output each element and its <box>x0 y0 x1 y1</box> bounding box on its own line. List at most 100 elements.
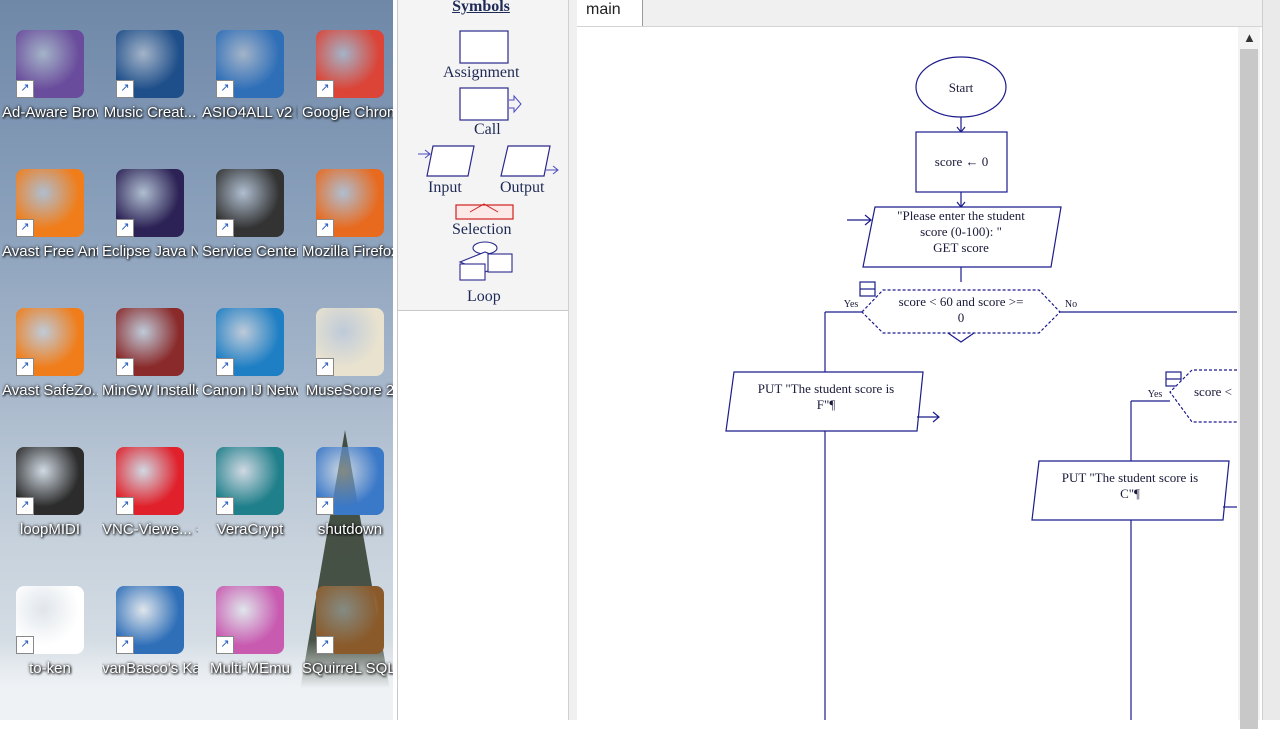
input-text-line2: score (0-100): " <box>920 224 1002 239</box>
desktop-icon-label: MuseScore 2 <box>305 382 393 399</box>
desktop-icon[interactable]: ↗ ASIO4ALL v2 Instruction... <box>202 30 298 123</box>
symbols-palette: Symbols Assignment Call Input Output Sel… <box>398 0 569 311</box>
tab-bar: main <box>577 0 1265 27</box>
desktop-icon[interactable]: ↗ VNC-Viewe... - Shortcut <box>102 447 198 540</box>
call-label: Call <box>474 121 501 138</box>
shortcut-arrow-icon: ↗ <box>216 636 234 654</box>
desktop-icon[interactable]: ↗ MinGW Installer <box>102 308 198 401</box>
desktop-icon[interactable]: ↗ Avast SafeZo... <box>2 308 98 401</box>
vnc-viewer-icon: ↗ <box>116 447 184 515</box>
decision-text-line1: score < 60 and score >= <box>898 294 1024 309</box>
desktop-icon[interactable]: ↗ Canon IJ Network Tool <box>202 308 298 401</box>
desktop-icon-label: Avast Free Antivirus <box>2 243 98 260</box>
selection-label: Selection <box>452 221 512 238</box>
scroll-up-arrow-icon[interactable]: ▲ <box>1243 30 1256 45</box>
avast-safezone-icon: ↗ <box>16 308 84 376</box>
loop-label: Loop <box>467 288 501 305</box>
input-symbol-icon[interactable] <box>418 145 475 177</box>
desktop-icon-label: shutdown <box>317 521 383 538</box>
shortcut-arrow-icon: ↗ <box>116 219 134 237</box>
music-creator-icon: ↗ <box>116 30 184 98</box>
output1-text-line2: F"¶ <box>816 397 836 412</box>
asio4all-icon: ↗ <box>216 30 284 98</box>
desktop-icon[interactable]: ↗ vanBasco's Karaoke ... <box>102 586 198 679</box>
service-center-icon: ↗ <box>216 169 284 237</box>
flowchart-lines <box>725 56 1237 720</box>
musescore-icon: ↗ <box>316 308 384 376</box>
desktop-icon[interactable]: ↗ Multi-MEmu <box>202 586 298 679</box>
flowchart-canvas: main Start score ← 0 "Please enter the s… <box>577 0 1280 729</box>
desktop-icon-label: Multi-MEmu <box>209 660 290 677</box>
desktop-icon-label: Google Chrome <box>302 104 393 121</box>
desktop-icon[interactable]: ↗ VeraCrypt <box>202 447 298 540</box>
shortcut-arrow-icon: ↗ <box>116 358 134 376</box>
desktop-icon[interactable]: ↗ to-ken <box>2 586 98 679</box>
shortcut-arrow-icon: ↗ <box>116 497 134 515</box>
input-text-line3: GET score <box>933 240 989 255</box>
word-document-icon: ↗ <box>16 586 84 654</box>
desktop-icon-label: ASIO4ALL v2 Instruction... <box>202 104 298 121</box>
shortcut-arrow-icon: ↗ <box>16 497 34 515</box>
window-edge <box>1262 0 1280 720</box>
desktop-icon[interactable]: ↗ shutdown <box>302 447 393 540</box>
assignment-symbol-icon[interactable] <box>459 30 509 64</box>
loop-symbol-icon[interactable] <box>458 241 513 281</box>
call-symbol-icon[interactable] <box>459 87 522 121</box>
desktop: ↗ Ad-Aware Browser ↗ Music Creat... ↗ ASIO4AL… <box>0 0 393 720</box>
tab-main[interactable]: main <box>577 0 643 26</box>
start-label: Start <box>948 80 974 95</box>
vanbasco-icon: ↗ <box>116 586 184 654</box>
desktop-icon[interactable]: ↗ Eclipse Java Neon <box>102 169 198 262</box>
output2-text-line2: C"¶ <box>1120 486 1140 501</box>
desktop-icon[interactable]: ↗ Music Creat... <box>102 30 198 123</box>
desktop-icon-label: VNC-Viewe... - Shortcut <box>102 521 198 538</box>
output1-text-line1: PUT "The student score is <box>757 381 895 396</box>
shortcut-arrow-icon: ↗ <box>16 636 34 654</box>
selection-symbol-icon[interactable] <box>455 203 514 220</box>
input-label: Input <box>428 179 462 196</box>
decision-text-line2: 0 <box>957 310 965 325</box>
canon-network-icon: ↗ <box>216 308 284 376</box>
desktop-icon-label: MinGW Installer <box>102 382 198 399</box>
assignment-label: Assignment <box>443 64 520 81</box>
yes-label-2: Yes <box>1147 389 1163 400</box>
desktop-icon-label: Ad-Aware Browser <box>2 104 98 121</box>
desktop-icon[interactable]: ↗ loopMIDI <box>2 447 98 540</box>
output2-text-line1: PUT "The student score is <box>1061 470 1199 485</box>
output-symbol-icon[interactable] <box>500 145 559 177</box>
loopmidi-icon: ↗ <box>16 447 84 515</box>
desktop-icon[interactable]: ↗ Google Chrome <box>302 30 393 123</box>
squirrel-sql-icon: ↗ <box>316 586 384 654</box>
eclipse-icon: ↗ <box>116 169 184 237</box>
desktop-icon[interactable]: ↗ MuseScore 2 <box>302 308 393 401</box>
desktop-icon-label: SQuirreL SQL Client <box>302 660 393 677</box>
shortcut-arrow-icon: ↗ <box>316 358 334 376</box>
veracrypt-icon: ↗ <box>216 447 284 515</box>
desktop-icon[interactable]: ↗ Ad-Aware Browser <box>2 30 98 123</box>
desktop-icon[interactable]: ↗ Mozilla Firefox <box>302 169 393 262</box>
shortcut-arrow-icon: ↗ <box>316 219 334 237</box>
desktop-icon[interactable]: ↗ Service Center <box>202 169 298 262</box>
desktop-icon-label: Mozilla Firefox <box>302 243 393 260</box>
chrome-icon: ↗ <box>316 30 384 98</box>
decision2-text: score < <box>1194 385 1233 399</box>
shortcut-arrow-icon: ↗ <box>116 80 134 98</box>
input-text-line1: "Please enter the student <box>897 208 1025 223</box>
avast-icon: ↗ <box>16 169 84 237</box>
shortcut-arrow-icon: ↗ <box>216 497 234 515</box>
vertical-scrollbar[interactable]: ▲ <box>1238 27 1260 729</box>
desktop-icon-label: VeraCrypt <box>216 521 284 538</box>
desktop-icon[interactable]: ↗ Avast Free Antivirus <box>2 169 98 262</box>
shutdown-icon: ↗ <box>316 447 384 515</box>
desktop-icon[interactable]: ↗ SQuirreL SQL Client <box>302 586 393 679</box>
yes-label-1: Yes <box>843 299 859 310</box>
desktop-icon-label: loopMIDI <box>19 521 81 538</box>
flowchart-area[interactable]: Start score ← 0 "Please enter the studen… <box>577 27 1237 720</box>
shortcut-arrow-icon: ↗ <box>216 358 234 376</box>
desktop-icon-label: Music Creat... <box>103 104 197 121</box>
shortcut-arrow-icon: ↗ <box>316 80 334 98</box>
no-label-1: No <box>1064 299 1078 310</box>
symbols-shapes <box>418 30 559 281</box>
symbols-panel: Symbols Assignment Call Input Output Sel… <box>397 0 569 720</box>
scrollbar-thumb[interactable] <box>1240 49 1258 729</box>
